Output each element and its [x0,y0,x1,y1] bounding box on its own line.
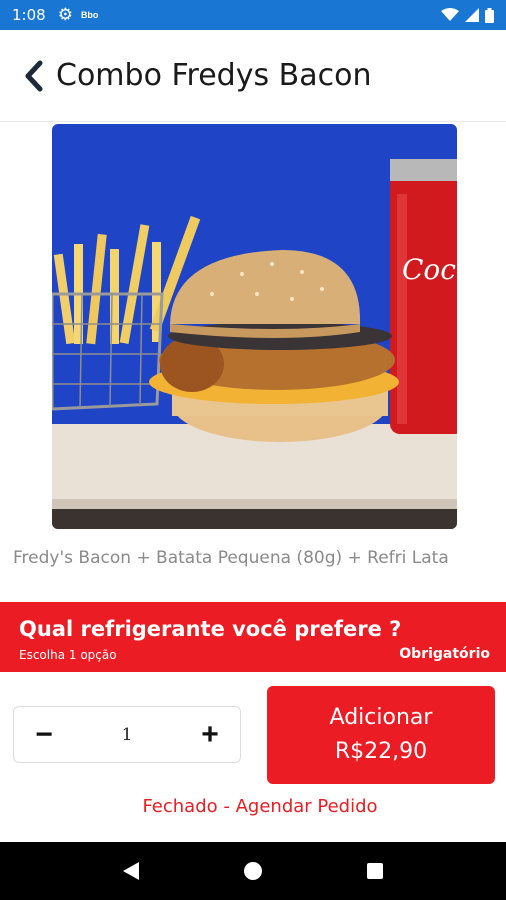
chevron-left-icon [25,60,43,91]
wifi-icon [441,8,459,21]
required-badge: Obrigatório [399,646,490,662]
add-button-price: R$22,90 [334,739,428,764]
option-group-hint: Escolha 1 opção [19,648,117,662]
add-button-label: Adicionar [329,705,433,730]
battery-icon [485,7,494,23]
nav-recents-icon [367,863,383,879]
decrease-quantity-button[interactable]: − [32,719,56,750]
product-image: Coca [52,124,457,529]
product-description: Fredy's Bacon + Batata Pequena (80g) + R… [13,548,449,568]
settings-icon: ⚙ [57,5,73,24]
app-header: Combo Fredys Bacon [0,30,506,122]
quantity-stepper: − 1 + [13,706,241,763]
option-group-header[interactable]: Qual refrigerante você prefere ? Escolha… [0,602,506,672]
nav-home-icon [244,862,262,880]
increase-quantity-button[interactable]: + [198,719,222,750]
page-title: Combo Fredys Bacon [56,58,372,93]
status-bar: 1:08 ⚙ Bbo [0,0,506,30]
nav-back-button[interactable] [111,851,151,891]
quantity-value: 1 [121,724,133,745]
add-to-cart-button[interactable]: Adicionar R$22,90 [267,686,495,784]
option-group-title: Qual refrigerante você prefere ? [19,617,402,641]
schedule-order-link[interactable]: Fechado - Agendar Pedido [0,796,506,817]
back-button[interactable] [18,56,50,96]
system-nav-bar [0,842,506,900]
status-time: 1:08 [12,6,46,24]
can: Coca [390,159,457,434]
signal-icon [465,8,479,22]
nav-back-icon [123,862,139,880]
svg-text:Coca: Coca [402,253,457,286]
app-badge: Bbo [80,10,99,20]
nav-recents-button[interactable] [355,851,395,891]
nav-home-button[interactable] [233,851,273,891]
